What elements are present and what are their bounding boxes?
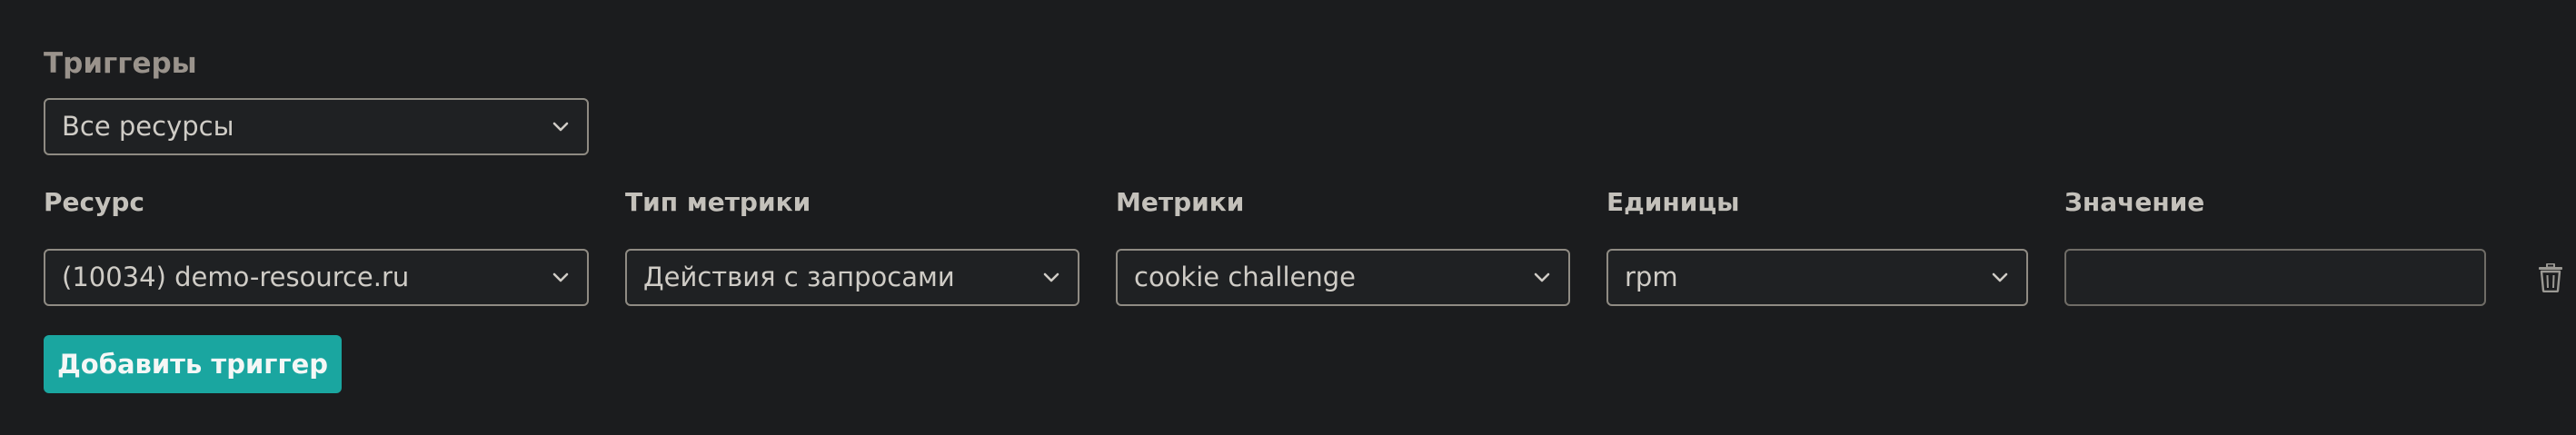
- triggers-panel: Триггеры Все ресурсы Ресурс Тип метрики …: [0, 0, 2576, 435]
- resource-filter-value: Все ресурсы: [62, 111, 234, 142]
- resource-filter-select[interactable]: Все ресурсы: [44, 98, 589, 155]
- column-label-units: Единицы: [1606, 187, 1740, 217]
- chevron-down-icon: [552, 122, 569, 131]
- resource-select-value: (10034) demo-resource.ru: [62, 262, 410, 292]
- resource-select[interactable]: (10034) demo-resource.ru: [44, 249, 589, 306]
- add-trigger-button[interactable]: Добавить триггер: [44, 335, 342, 393]
- units-select[interactable]: rpm: [1606, 249, 2028, 306]
- metrics-select-value: cookie challenge: [1134, 262, 1357, 292]
- column-label-value: Значение: [2064, 187, 2205, 217]
- column-label-metrics: Метрики: [1116, 187, 1245, 217]
- metrics-select[interactable]: cookie challenge: [1116, 249, 1570, 306]
- metric-type-select[interactable]: Действия с запросами: [625, 249, 1079, 306]
- metric-type-select-value: Действия с запросами: [643, 262, 955, 292]
- chevron-down-icon: [552, 272, 569, 282]
- trash-icon[interactable]: [2538, 263, 2563, 292]
- chevron-down-icon: [1534, 272, 1550, 282]
- triggers-title: Триггеры: [44, 47, 197, 80]
- units-select-value: rpm: [1625, 262, 1678, 292]
- column-label-metric-type: Тип метрики: [625, 187, 811, 217]
- value-input[interactable]: [2064, 249, 2486, 306]
- chevron-down-icon: [1043, 272, 1059, 282]
- column-label-resource: Ресурс: [44, 187, 145, 217]
- chevron-down-icon: [1992, 272, 2008, 282]
